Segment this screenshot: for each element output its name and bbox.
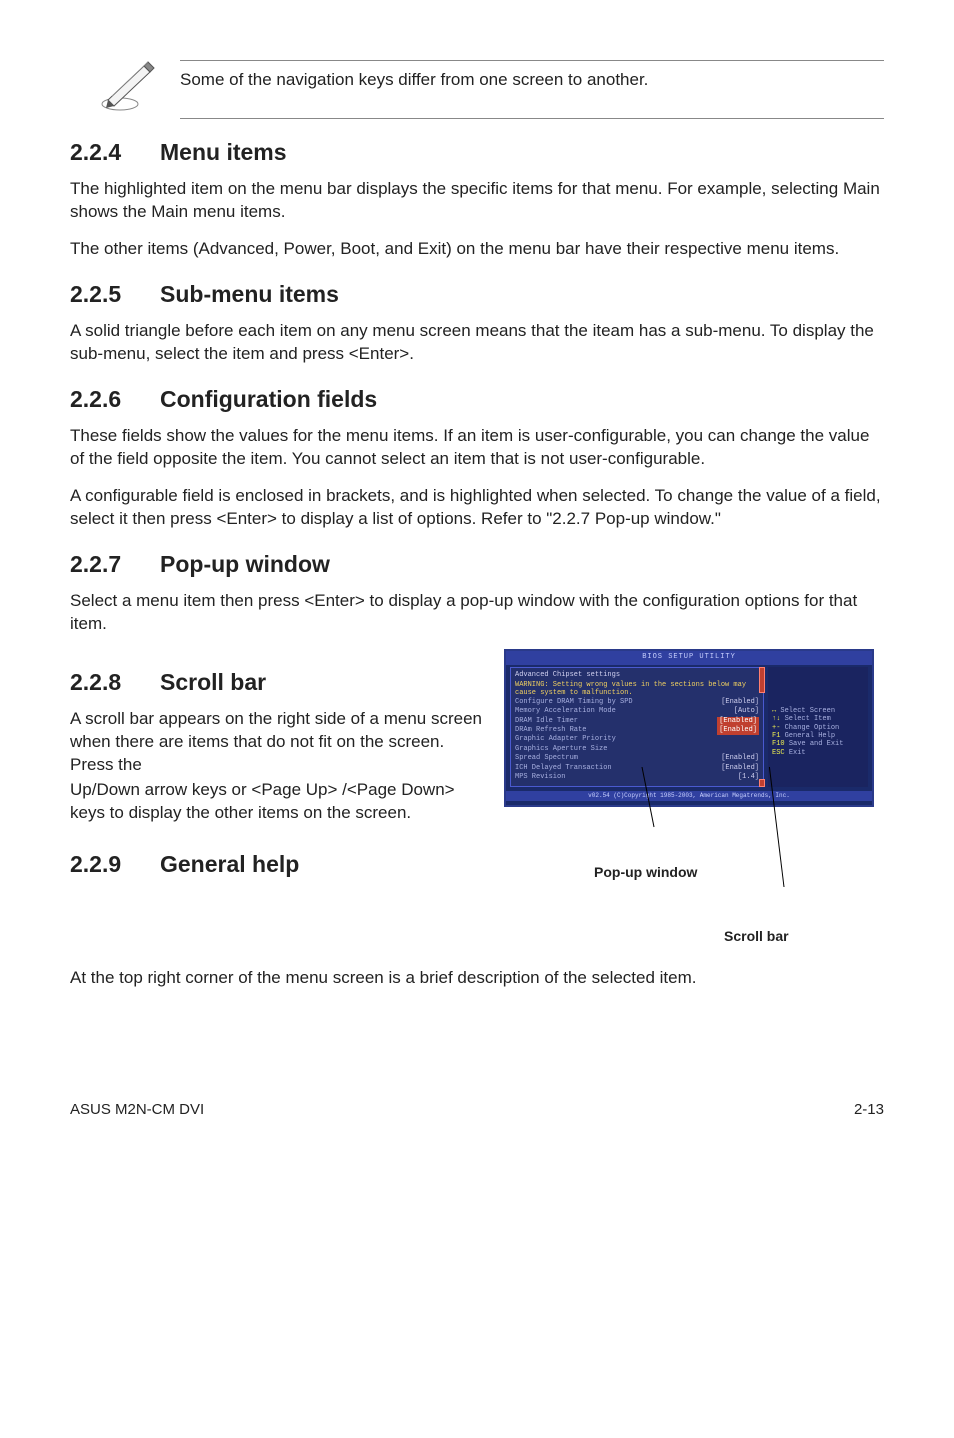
heading-2-2-6: 2.2.6Configuration fields xyxy=(70,384,884,415)
bios-help-row: F10 Save and Exit xyxy=(772,740,864,748)
para: At the top right corner of the menu scre… xyxy=(70,967,884,990)
scrollbar-label: Scroll bar xyxy=(724,927,789,946)
pencil-icon xyxy=(100,60,160,114)
bios-setting-row: Graphics Aperture Size xyxy=(515,745,759,754)
secnum: 2.2.5 xyxy=(70,279,160,310)
para: Select a menu item then press <Enter> to… xyxy=(70,590,884,636)
bios-help-row: ↔ Select Screen xyxy=(772,707,864,715)
bios-help-row: ESC Exit xyxy=(772,749,864,757)
heading-2-2-8: 2.2.8Scroll bar xyxy=(70,667,488,698)
callouts: Pop-up window Scroll bar xyxy=(504,807,884,957)
popup-label: Pop-up window xyxy=(594,863,697,882)
footer-right: 2-13 xyxy=(854,1100,884,1120)
right-column: BIOS SETUP UTILITY Advanced Chipset sett… xyxy=(504,649,884,956)
sectitle: General help xyxy=(160,851,299,877)
para: The highlighted item on the menu bar dis… xyxy=(70,178,884,224)
bios-setting-row: Graphic Adapter Priority xyxy=(515,735,759,744)
note-text: Some of the navigation keys differ from … xyxy=(180,70,648,89)
bios-setting-row: Spread Spectrum[Enabled] xyxy=(515,754,759,763)
heading-2-2-9: 2.2.9General help xyxy=(70,849,488,880)
bios-setting-row: DRAM Idle Timer[Enabled] xyxy=(515,717,759,726)
scrollbar-handle xyxy=(759,667,765,693)
secnum: 2.2.9 xyxy=(70,849,160,880)
sectitle: Scroll bar xyxy=(160,669,266,695)
para: Up/Down arrow keys or <Page Up> /<Page D… xyxy=(70,779,488,825)
page-footer: ASUS M2N-CM DVI 2-13 xyxy=(70,1100,884,1120)
bios-help-row: F1 General Help xyxy=(772,732,864,740)
para: The other items (Advanced, Power, Boot, … xyxy=(70,238,884,261)
para: A scroll bar appears on the right side o… xyxy=(70,708,488,777)
sectitle: Menu items xyxy=(160,139,287,165)
secnum: 2.2.6 xyxy=(70,384,160,415)
left-column: 2.2.8Scroll bar A scroll bar appears on … xyxy=(70,649,488,888)
bios-titlebar: BIOS SETUP UTILITY xyxy=(506,651,872,664)
secnum: 2.2.7 xyxy=(70,549,160,580)
para: A solid triangle before each item on any… xyxy=(70,320,884,366)
bios-warning: WARNING: Setting wrong values in the sec… xyxy=(515,682,759,697)
bios-panel-header: Advanced Chipset settings xyxy=(515,671,759,680)
note-text-wrap: Some of the navigation keys differ from … xyxy=(180,60,884,119)
sectitle: Pop-up window xyxy=(160,551,330,577)
bios-help-row: ↑↓ Select Item xyxy=(772,715,864,723)
secnum: 2.2.4 xyxy=(70,137,160,168)
bios-setting-row: Configure DRAM Timing by SPD[Enabled] xyxy=(515,698,759,707)
para: A configurable field is enclosed in brac… xyxy=(70,485,884,531)
sectitle: Sub-menu items xyxy=(160,281,339,307)
footer-left: ASUS M2N-CM DVI xyxy=(70,1100,204,1120)
heading-2-2-5: 2.2.5Sub-menu items xyxy=(70,279,884,310)
secnum: 2.2.8 xyxy=(70,667,160,698)
note-block: Some of the navigation keys differ from … xyxy=(100,60,884,119)
two-column-block: 2.2.8Scroll bar A scroll bar appears on … xyxy=(70,649,884,956)
bios-setting-row: Memory Acceleration Mode[Auto] xyxy=(515,707,759,716)
bios-setting-row: DRAm Refresh Rate[Enabled] xyxy=(515,726,759,735)
heading-2-2-4: 2.2.4Menu items xyxy=(70,137,884,168)
bios-help-row: +- Change Option xyxy=(772,724,864,732)
para: These fields show the values for the men… xyxy=(70,425,884,471)
heading-2-2-7: 2.2.7Pop-up window xyxy=(70,549,884,580)
sectitle: Configuration fields xyxy=(160,386,377,412)
